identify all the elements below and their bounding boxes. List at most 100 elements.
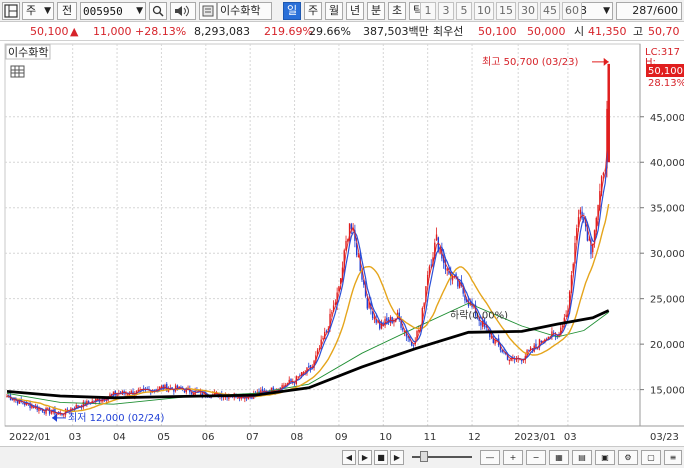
candle-body xyxy=(430,264,432,266)
zoom-thumb[interactable] xyxy=(420,451,428,462)
stock-name-field[interactable]: 이수화학 xyxy=(217,2,272,20)
candle-body xyxy=(366,298,369,309)
interval-button[interactable]: 60 xyxy=(562,2,582,20)
scroll-right-icon[interactable]: ▶ xyxy=(358,450,372,465)
x-tick-label: 2022/01 xyxy=(9,432,51,443)
stock-code-input[interactable]: ▼ xyxy=(80,2,146,20)
best-quote-label: 최우선 xyxy=(433,25,464,38)
up-arrow-icon: ▲ xyxy=(70,25,79,38)
layout-icon[interactable] xyxy=(2,2,20,20)
jeon-button[interactable]: 전 xyxy=(57,2,77,20)
period-tab[interactable]: 일 xyxy=(283,2,301,20)
candle-body xyxy=(47,408,49,410)
candle-body xyxy=(237,397,239,399)
x-tick-label: 03 xyxy=(564,432,577,443)
open-label: 시 xyxy=(574,25,585,38)
open-price: 41,350 xyxy=(588,25,627,38)
candle-body xyxy=(521,360,523,362)
period-tab[interactable]: 주 xyxy=(304,2,322,20)
candle-body xyxy=(386,317,388,322)
bar-total: /600 xyxy=(653,4,678,17)
x-tick-label: 12 xyxy=(468,432,481,443)
price-tag-pct: 28.13% xyxy=(648,78,684,89)
custom-interval-select[interactable]: 3 ▼ xyxy=(577,2,613,20)
chart-tool-icon[interactable]: ▤ xyxy=(572,450,592,465)
x-tick-label: 05 xyxy=(157,432,170,443)
x-tick-label: 07 xyxy=(246,432,259,443)
candle-body xyxy=(325,330,328,332)
interval-button[interactable]: 5 xyxy=(456,2,472,20)
zoom-in-icon[interactable]: + xyxy=(503,450,523,465)
interval-button[interactable]: 45 xyxy=(540,2,560,20)
scroll-left-icon[interactable]: ◀ xyxy=(342,450,356,465)
y-tick-label: 30,000 xyxy=(650,249,684,260)
interval-button[interactable]: 15 xyxy=(496,2,516,20)
candle-body xyxy=(412,344,415,346)
expand-icon[interactable]: ▢ xyxy=(641,450,661,465)
indicator-icon[interactable] xyxy=(10,65,25,78)
candle-body xyxy=(535,343,537,348)
chart-toolbar: 주 ▼ 전 ▼ 이수화학 3 ▼ 287/600 일주월년분초틱13510153… xyxy=(0,0,684,22)
menu-icon[interactable]: ≡ xyxy=(664,450,682,465)
ask-price: 50,100 xyxy=(478,25,517,38)
stop-icon[interactable]: ■ xyxy=(374,450,388,465)
interval-button[interactable]: 1 xyxy=(420,2,436,20)
period-tab[interactable]: 분 xyxy=(367,2,385,20)
x-tick-label: 06 xyxy=(202,432,215,443)
candle-body xyxy=(528,349,530,351)
candle-body xyxy=(537,348,539,350)
candle-body xyxy=(508,359,511,362)
chart-type-select[interactable]: 주 ▼ xyxy=(22,2,54,20)
line-tool-icon[interactable]: ― xyxy=(480,450,500,465)
y-tick-label: 45,000 xyxy=(650,113,684,124)
interval-button[interactable]: 10 xyxy=(474,2,494,20)
chevron-down-icon: ▼ xyxy=(603,6,610,16)
print-icon[interactable]: ▣ xyxy=(595,450,615,465)
candle-body xyxy=(331,312,333,314)
x-tick-label: 11 xyxy=(424,432,437,443)
candle-body xyxy=(183,390,186,393)
candle-body xyxy=(565,314,567,317)
candle-body xyxy=(22,402,24,404)
x-tick-label: 2023/01 xyxy=(514,432,556,443)
max-label: 최고 50,700 (03/23) xyxy=(482,56,578,68)
period-tab[interactable]: 초 xyxy=(388,2,406,20)
chevron-down-icon: ▼ xyxy=(136,6,143,16)
x-tick-label: 03/23 xyxy=(650,432,679,443)
chevron-down-icon: ▼ xyxy=(44,6,51,16)
price-change: 11,000 xyxy=(93,25,132,38)
price-change-pct: +28.13% xyxy=(135,25,187,38)
speaker-icon[interactable] xyxy=(170,2,196,20)
zoom-out-icon[interactable]: − xyxy=(526,450,546,465)
interval-button[interactable]: 3 xyxy=(438,2,454,20)
high-label: 고 xyxy=(633,25,644,38)
bar-count-field[interactable]: 287/600 xyxy=(616,2,682,20)
annotation-label: 하락(0.00%) xyxy=(450,309,508,322)
candlestick-chart[interactable]: 15,000 20,000 25,000 30,000 35,000 40,000 45,0… xyxy=(0,42,684,446)
chart-type-label: 주 xyxy=(26,4,37,17)
y-tick-label: 35,000 xyxy=(650,204,684,215)
candle-body xyxy=(50,412,53,414)
bar-count: 287 xyxy=(632,4,654,17)
candle-body xyxy=(308,366,310,368)
play-icon[interactable]: ▶ xyxy=(390,450,404,465)
y-tick-label: 40,000 xyxy=(650,158,684,169)
period-tab[interactable]: 년 xyxy=(346,2,364,20)
quote-bar: 50,100 ▲ 11,000 +28.13% 8,293,083 219.69… xyxy=(0,23,684,41)
y-tick-label: 25,000 xyxy=(650,295,684,306)
grid-tool-icon[interactable]: ▦ xyxy=(549,450,569,465)
search-icon[interactable] xyxy=(149,2,167,20)
chart-background xyxy=(0,42,684,446)
x-tick-label: 09 xyxy=(335,432,348,443)
candle-body xyxy=(435,234,438,240)
candle-body xyxy=(439,249,441,254)
x-tick-label: 03 xyxy=(69,432,82,443)
y-tick-label: 15,000 xyxy=(650,386,684,397)
candle-body xyxy=(127,394,129,396)
interval-button[interactable]: 30 xyxy=(518,2,538,20)
settings-icon[interactable]: ⚙ xyxy=(618,450,638,465)
price-chart-area[interactable]: 15,000 20,000 25,000 30,000 35,000 40,000 45,0… xyxy=(0,42,684,446)
x-tick-label: 10 xyxy=(379,432,392,443)
period-tab[interactable]: 월 xyxy=(325,2,343,20)
search-mode-icon[interactable] xyxy=(199,2,217,20)
